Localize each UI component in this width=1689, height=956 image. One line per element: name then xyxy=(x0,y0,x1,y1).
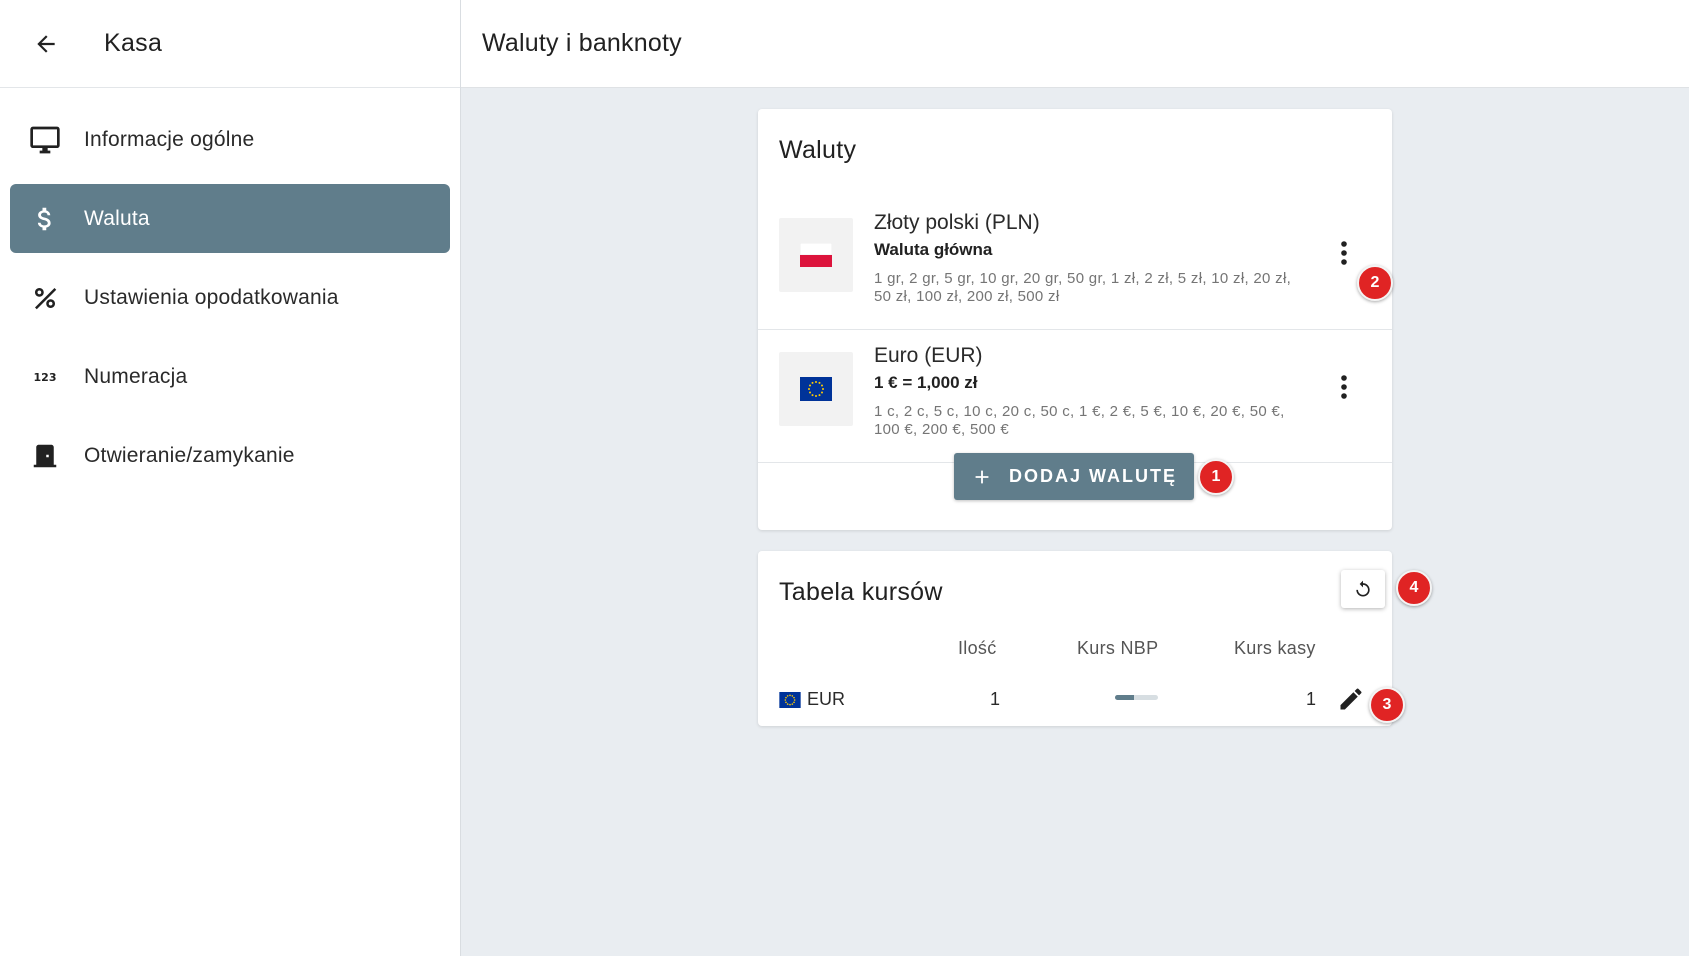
currency-row-pln: Złoty polski (PLN) Waluta główna 1 gr, 2… xyxy=(758,197,1392,330)
sidebar-item-label: Waluta xyxy=(84,206,150,230)
sidebar-item-label: Numeracja xyxy=(84,364,188,388)
currency-denominations: 1 c, 2 c, 5 c, 10 c, 20 c, 50 c, 1 €, 2 … xyxy=(874,403,1285,438)
svg-text:123: 123 xyxy=(34,371,57,384)
refresh-icon xyxy=(1356,580,1370,597)
more-vertical-icon xyxy=(1341,241,1347,265)
poland-flag-icon xyxy=(779,218,853,292)
eu-flag-icon xyxy=(779,692,801,709)
annotation-badge-2: 2 xyxy=(1357,265,1393,301)
currency-name: Euro (EUR) xyxy=(874,344,983,367)
annotation-badge-3: 3 xyxy=(1369,687,1405,723)
exchange-rates-card: Tabela kursów Ilość Kurs NBP Kurs kasy E… xyxy=(758,551,1392,726)
currency-name: Złoty polski (PLN) xyxy=(874,211,1040,234)
add-currency-button[interactable]: DODAJ WALUTĘ xyxy=(954,453,1194,500)
nbp-rate-loading-fill xyxy=(1115,695,1135,700)
currency-denominations: 1 gr, 2 gr, 5 gr, 10 gr, 20 gr, 50 gr, 1… xyxy=(874,270,1292,305)
monitor-icon xyxy=(22,124,68,156)
sidebar-nav: Informacje ogólne Waluta Ustawienia opod… xyxy=(0,88,460,490)
add-currency-label: DODAJ WALUTĘ xyxy=(1009,466,1177,486)
nbp-rate-loading-bar xyxy=(1115,695,1158,700)
page-title: Waluty i banknoty xyxy=(482,29,682,57)
more-vertical-icon xyxy=(1341,375,1347,399)
rate-row-currency: EUR xyxy=(779,689,845,710)
rate-cash-value: 1 xyxy=(1306,689,1317,709)
sidebar: Kasa Informacje ogólne Waluta Ustawienia… xyxy=(0,0,461,956)
refresh-rates-button[interactable] xyxy=(1341,570,1385,608)
back-button[interactable] xyxy=(23,21,69,67)
rate-quantity: 1 xyxy=(990,689,1001,709)
column-header-cash-rate: Kurs kasy xyxy=(1234,638,1316,658)
dollar-icon xyxy=(22,204,68,234)
sidebar-item-open-close[interactable]: Otwieranie/zamykanie xyxy=(10,421,450,490)
top-bar: Waluty i banknoty xyxy=(461,0,1689,88)
currencies-card-title: Waluty xyxy=(779,136,857,164)
door-icon xyxy=(22,441,68,471)
currency-row-eur: Euro (EUR) 1 € = 1,000 zł 1 c, 2 c, 5 c,… xyxy=(758,330,1392,463)
currency-menu-button[interactable] xyxy=(1328,367,1360,407)
rate-currency-code: EUR xyxy=(807,689,846,709)
plus-icon xyxy=(971,466,993,488)
currencies-card: Waluty Złoty polski (PLN) Waluta główna … xyxy=(758,109,1392,530)
sidebar-header: Kasa xyxy=(0,0,460,88)
sidebar-item-label: Otwieranie/zamykanie xyxy=(84,443,295,467)
annotation-badge-1: 1 xyxy=(1198,459,1234,495)
rates-card-title: Tabela kursów xyxy=(779,578,943,606)
eu-flag-icon xyxy=(779,352,853,426)
pencil-icon xyxy=(1340,688,1362,710)
sidebar-item-label: Ustawienia opodatkowania xyxy=(84,285,339,309)
annotation-badge-4: 4 xyxy=(1396,570,1432,606)
percent-icon xyxy=(22,283,68,313)
sidebar-item-general-info[interactable]: Informacje ogólne xyxy=(10,105,450,174)
sidebar-item-label: Informacje ogólne xyxy=(84,127,255,151)
sidebar-item-tax-settings[interactable]: Ustawienia opodatkowania xyxy=(10,263,450,332)
sidebar-title: Kasa xyxy=(104,29,163,57)
currency-menu-button[interactable] xyxy=(1328,233,1360,273)
currency-subtitle: Waluta główna xyxy=(874,240,993,259)
sidebar-item-numbering[interactable]: 123 Numeracja xyxy=(10,342,450,411)
column-header-quantity: Ilość xyxy=(958,638,997,658)
column-header-nbp-rate: Kurs NBP xyxy=(1077,638,1159,658)
sidebar-item-currency[interactable]: Waluta xyxy=(10,184,450,253)
numbers-123-icon: 123 xyxy=(22,362,68,392)
currency-subtitle: 1 € = 1,000 zł xyxy=(874,373,978,392)
edit-rate-button[interactable] xyxy=(1335,683,1367,715)
arrow-left-icon xyxy=(37,34,55,53)
